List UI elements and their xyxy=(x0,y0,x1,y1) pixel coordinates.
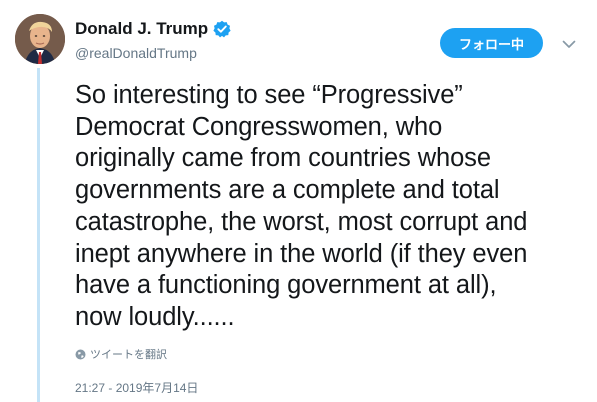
avatar-photo xyxy=(15,14,65,64)
user-name-row: Donald J. Trump xyxy=(75,19,231,39)
tweet-text: So interesting to see “Progressive” Demo… xyxy=(75,81,528,331)
translate-label: ツイートを翻訳 xyxy=(90,349,167,361)
verified-badge-icon xyxy=(213,20,231,38)
user-handle[interactable]: @realDonaldTrump xyxy=(75,45,197,61)
avatar[interactable] xyxy=(15,14,65,64)
thread-line xyxy=(37,68,40,402)
globe-icon xyxy=(75,349,86,360)
display-name[interactable]: Donald J. Trump xyxy=(75,19,208,39)
tweet-timestamp[interactable]: 21:27 - 2019年7月14日 xyxy=(75,379,198,396)
translate-tweet-link[interactable]: ツイートを翻訳 xyxy=(75,346,167,362)
chevron-down-icon xyxy=(562,40,576,48)
tweet-menu-button[interactable] xyxy=(559,34,579,54)
following-button[interactable]: フォロー中 xyxy=(440,28,543,58)
tweet-card: Donald J. Trump @realDonaldTrump フォロー中 S… xyxy=(0,0,597,402)
